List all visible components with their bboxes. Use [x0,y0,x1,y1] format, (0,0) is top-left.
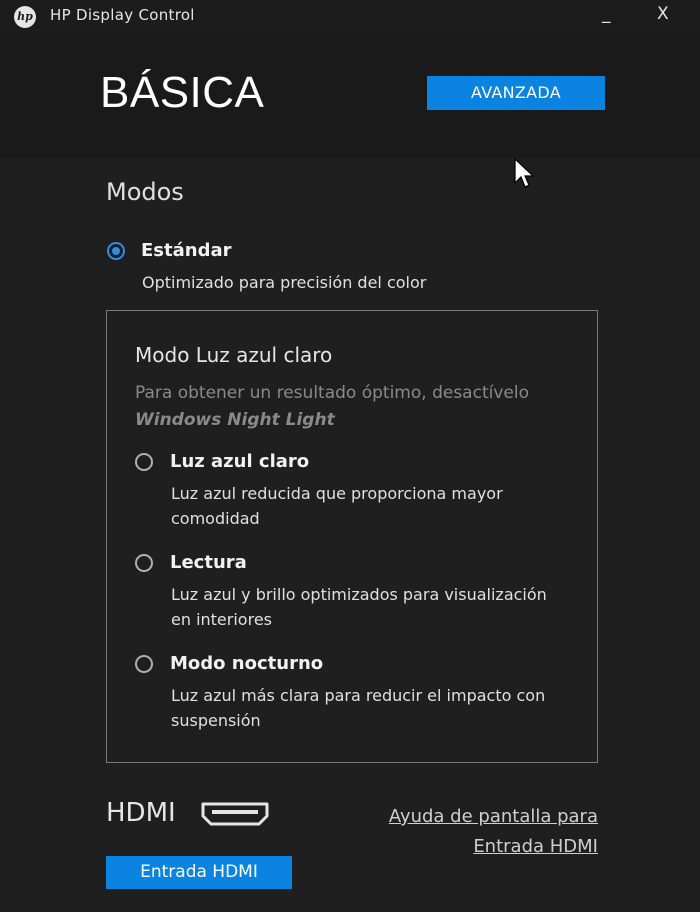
mouse-cursor-icon [514,158,535,188]
minimize-button[interactable]: _ [602,4,611,24]
blue-light-note-emphasis: Windows Night Light [135,410,335,430]
reading-radio[interactable] [135,554,153,572]
hp-logo-icon: hp [14,6,36,28]
standard-radio[interactable] [107,242,125,260]
standard-label[interactable]: Estándar [141,240,231,261]
title-bar: hp HP Display Control _ X [0,0,700,36]
night-mode-description-line2: suspensión [171,711,261,730]
page-title: BÁSICA [100,68,265,117]
hdmi-label: HDMI [106,798,176,828]
low-blue-light-description-line2: comodidad [171,509,260,528]
hdmi-help-link-line2[interactable]: Entrada HDMI [338,832,598,862]
main-content: Modos Estándar Optimizado para precisión… [0,158,700,912]
hdmi-help-link-line1[interactable]: Ayuda de pantalla para [338,802,598,832]
low-blue-light-description-line1: Luz azul reducida que proporciona mayor [171,484,503,503]
night-mode-description-line1: Luz azul más clara para reducir el impac… [171,686,546,705]
standard-description: Optimizado para precisión del color [142,273,427,292]
night-mode-radio[interactable] [135,655,153,673]
reading-description-line1: Luz azul y brillo optimizados para visua… [171,585,547,604]
close-button[interactable]: X [657,4,669,24]
hdmi-input-button[interactable]: Entrada HDMI [106,856,292,889]
reading-label[interactable]: Lectura [170,552,247,573]
header: BÁSICA AVANZADA [0,36,700,158]
hdmi-port-icon [201,802,269,826]
app-title: HP Display Control [50,6,195,24]
night-mode-label[interactable]: Modo nocturno [170,653,323,674]
modes-section-title: Modos [106,178,184,206]
hdmi-help-link[interactable]: Ayuda de pantalla para Entrada HDMI [338,802,598,862]
low-blue-light-radio[interactable] [135,453,153,471]
blue-light-note: Para obtener un resultado óptimo, desact… [135,383,529,403]
low-blue-light-label[interactable]: Luz azul claro [170,451,309,472]
blue-light-mode-panel: Modo Luz azul claro Para obtener un resu… [106,310,598,763]
blue-light-panel-title: Modo Luz azul claro [135,343,333,367]
reading-description-line2: en interiores [171,610,272,629]
advanced-tab-button[interactable]: AVANZADA [427,76,605,110]
